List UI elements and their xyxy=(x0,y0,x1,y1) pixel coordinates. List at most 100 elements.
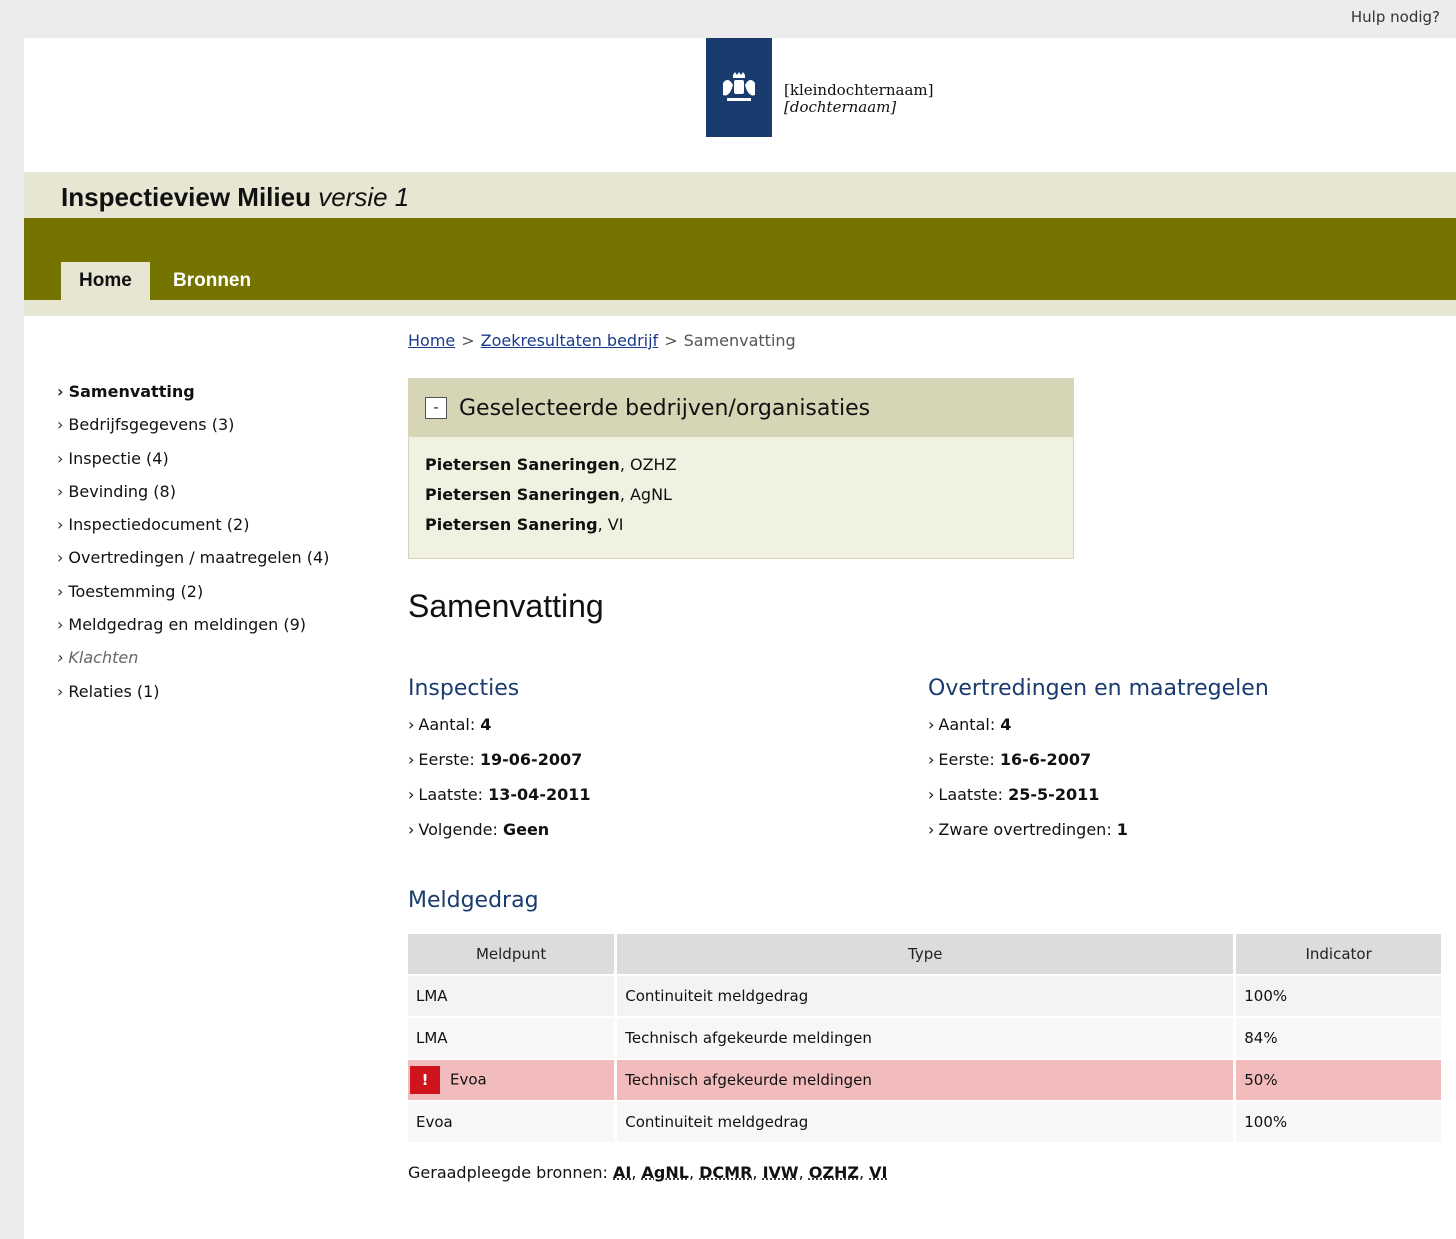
sidebar-item-label: Klachten xyxy=(68,648,139,668)
chevron-right-icon: › xyxy=(408,750,415,769)
stat-label: Aantal: xyxy=(418,715,481,734)
meldgedrag-table: Meldpunt Type Indicator LMA Continuiteit… xyxy=(408,934,1444,1142)
company-org: , AgNL xyxy=(619,485,672,504)
table-row: Evoa Continuiteit meldgedrag 100% xyxy=(408,1100,1444,1142)
chevron-right-icon: › xyxy=(408,820,415,839)
stat-value: 19-06-2007 xyxy=(479,750,583,769)
tab-bronnen[interactable]: Bronnen xyxy=(155,262,269,300)
cell-meldpunt: LMA xyxy=(408,1016,618,1059)
cell-indicator: 84% xyxy=(1234,1016,1444,1059)
app-title-text: Inspectieview Milieu xyxy=(61,182,311,212)
nav-stripe xyxy=(24,300,1456,316)
stat-label: Laatste: xyxy=(418,785,489,804)
chevron-right-icon: › xyxy=(928,750,935,769)
stat-label: Volgende: xyxy=(418,820,503,839)
stat-value: 25-5-2011 xyxy=(1008,785,1100,804)
tab-home[interactable]: Home xyxy=(61,262,150,300)
cell-meldpunt: LMA xyxy=(408,974,618,1017)
app-title: Inspectieview Milieu versie 1 xyxy=(61,182,409,213)
sidebar-nav: › Samenvatting › Bedrijfsgegevens (3) › Ins… xyxy=(57,382,329,715)
selected-companies-list: Pietersen Saneringen, OZHZ Pietersen San… xyxy=(409,437,1073,545)
column-header-indicator[interactable]: Indicator xyxy=(1234,934,1444,975)
sidebar-item-label: Bevinding (8) xyxy=(68,481,176,501)
selected-companies-panel: - Geselecteerde bedrijven/organisaties P… xyxy=(408,378,1074,559)
company-name: Pietersen Saneringen xyxy=(425,455,620,474)
sidebar-item-label: Inspectie (4) xyxy=(68,448,169,468)
breadcrumb: Home > Zoekresultaten bedrijf > Samenvatting xyxy=(408,331,796,350)
collapse-toggle-button[interactable]: - xyxy=(425,397,447,419)
brand-line-1: [kleindochternaam] xyxy=(784,81,934,99)
help-link[interactable]: Hulp nodig? xyxy=(1351,8,1440,26)
sidebar-item-toestemming[interactable]: › Toestemming (2) xyxy=(57,582,329,615)
brand-line-2: [dochternaam] xyxy=(784,98,897,116)
chevron-right-icon: › xyxy=(57,681,64,701)
source-link-ai[interactable]: AI xyxy=(613,1163,631,1182)
main-nav: Home Bronnen xyxy=(24,218,1456,300)
sidebar-item-label: Bedrijfsgegevens (3) xyxy=(68,415,235,435)
column-header-meldpunt[interactable]: Meldpunt xyxy=(408,934,618,975)
company-name: Pietersen Saneringen xyxy=(425,485,620,504)
cell-type: Technisch afgekeurde meldingen xyxy=(615,1016,1237,1059)
violation-stat: › Aantal: 4 xyxy=(928,715,1269,750)
warning-icon: ! xyxy=(410,1066,440,1094)
sidebar-item-bedrijfsgegevens[interactable]: › Bedrijfsgegevens (3) xyxy=(57,415,329,448)
sidebar-item-label: Toestemming (2) xyxy=(68,581,204,601)
company-org: , OZHZ xyxy=(619,455,677,474)
app-version: versie 1 xyxy=(318,182,410,212)
breadcrumb-home[interactable]: Home xyxy=(408,331,455,350)
chevron-right-icon: › xyxy=(57,382,64,401)
page-title: Samenvatting xyxy=(408,588,604,624)
top-bar: Hulp nodig? xyxy=(0,0,1456,38)
sidebar-item-bevinding[interactable]: › Bevinding (8) xyxy=(57,482,329,515)
sidebar-item-label: Relaties (1) xyxy=(68,681,160,701)
title-bar: Inspectieview Milieu versie 1 xyxy=(24,172,1456,218)
selected-companies-header: - Geselecteerde bedrijven/organisaties xyxy=(409,379,1073,437)
stat-label: Aantal: xyxy=(938,715,1001,734)
stat-value: 1 xyxy=(1116,820,1128,839)
stat-label: Laatste: xyxy=(938,785,1009,804)
inspection-stat: › Volgende: Geen xyxy=(408,820,590,855)
sidebar-item-inspectiedocument[interactable]: › Inspectiedocument (2) xyxy=(57,515,329,548)
sidebar-item-label: Overtredingen / maatregelen (4) xyxy=(68,548,330,568)
source-link-ivw[interactable]: IVW xyxy=(763,1163,799,1182)
company-row: Pietersen Saneringen, AgNL xyxy=(425,485,1057,515)
chevron-right-icon: › xyxy=(928,715,935,734)
cell-meldpunt: ! Evoa xyxy=(408,1058,618,1101)
chevron-right-icon: › xyxy=(408,785,415,804)
violation-stat: › Zware overtredingen: 1 xyxy=(928,820,1269,855)
violations-section: Overtredingen en maatregelen › Aantal: 4 … xyxy=(928,676,1269,855)
chevron-right-icon: › xyxy=(57,648,64,668)
inspection-stat: › Aantal: 4 xyxy=(408,715,590,750)
inspection-stat: › Eerste: 19-06-2007 xyxy=(408,750,590,785)
stat-value: 4 xyxy=(480,715,492,734)
sidebar-item-relaties[interactable]: › Relaties (1) xyxy=(57,682,329,715)
selected-companies-title: Geselecteerde bedrijven/organisaties xyxy=(459,395,871,421)
consulted-sources: Geraadpleegde bronnen: AI, AgNL, DCMR, I… xyxy=(408,1163,888,1182)
inspections-title: Inspecties xyxy=(408,676,520,701)
sidebar-item-meldgedrag[interactable]: › Meldgedrag en meldingen (9) xyxy=(57,615,329,648)
page: [kleindochternaam] [dochternaam] Inspect… xyxy=(24,38,1456,1239)
sidebar-item-overtredingen[interactable]: › Overtredingen / maatregelen (4) xyxy=(57,548,329,581)
chevron-right-icon: › xyxy=(928,785,935,804)
source-link-agnl[interactable]: AgNL xyxy=(642,1163,689,1182)
chevron-right-icon: › xyxy=(57,515,64,535)
stat-value: 13-04-2011 xyxy=(488,785,591,804)
sidebar-item-inspectie[interactable]: › Inspectie (4) xyxy=(57,449,329,482)
brand-text: [kleindochternaam] [dochternaam] xyxy=(784,82,933,116)
violation-stat: › Eerste: 16-6-2007 xyxy=(928,750,1269,785)
chevron-right-icon: › xyxy=(57,615,64,635)
cell-meldpunt: Evoa xyxy=(408,1100,618,1142)
chevron-right-icon: › xyxy=(57,415,64,435)
column-header-type[interactable]: Type xyxy=(615,934,1237,975)
source-link-ozhz[interactable]: OZHZ xyxy=(809,1163,859,1182)
violation-stat: › Laatste: 25-5-2011 xyxy=(928,785,1269,820)
breadcrumb-results[interactable]: Zoekresultaten bedrijf xyxy=(481,331,659,350)
source-link-dcmr[interactable]: DCMR xyxy=(699,1163,752,1182)
chevron-right-icon: › xyxy=(57,548,64,568)
stat-label: Eerste: xyxy=(418,750,480,769)
company-org: , VI xyxy=(597,515,624,534)
sidebar-item-label: Meldgedrag en meldingen (9) xyxy=(68,615,307,635)
source-link-vi[interactable]: VI xyxy=(869,1163,887,1182)
breadcrumb-separator: > xyxy=(461,331,475,350)
sidebar-item-samenvatting[interactable]: › Samenvatting xyxy=(57,382,329,415)
